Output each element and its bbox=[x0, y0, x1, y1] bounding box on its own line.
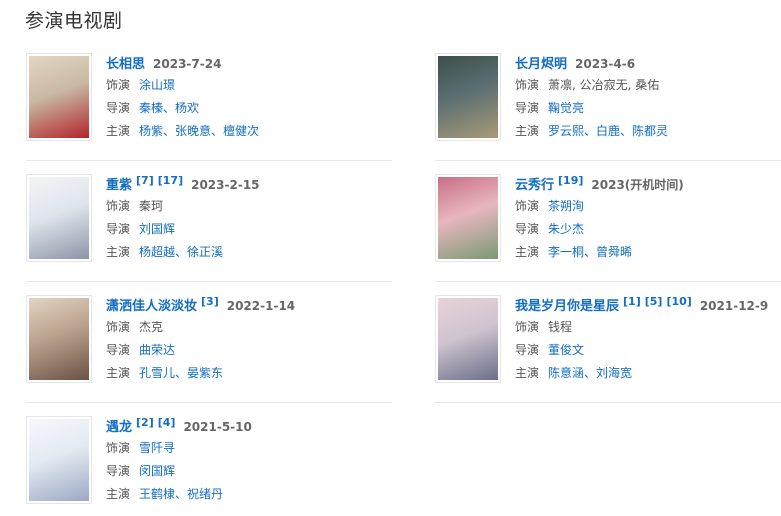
citation-ref[interactable]: [5] bbox=[645, 295, 663, 308]
starring-link[interactable]: 王鹤棣、祝绪丹 bbox=[139, 487, 223, 501]
director-label: 导演 bbox=[106, 101, 131, 115]
row-divider bbox=[435, 160, 781, 161]
starring-label: 主演 bbox=[515, 366, 540, 380]
director-label: 导演 bbox=[515, 101, 540, 115]
drama-title-link[interactable]: 遇龙 bbox=[106, 420, 132, 435]
starring-link[interactable]: 孔雪儿、晏紫东 bbox=[139, 366, 223, 380]
role-label: 饰演 bbox=[106, 320, 131, 334]
drama-title-link[interactable]: 我是岁月你是星辰 bbox=[515, 299, 619, 314]
poster-image[interactable] bbox=[26, 416, 92, 504]
drama-title-link[interactable]: 长月烬明 bbox=[515, 57, 567, 72]
release-date: 2021-12-9 bbox=[699, 299, 769, 313]
starring-link[interactable]: 罗云熙、白鹿、陈都灵 bbox=[548, 124, 668, 138]
poster-image[interactable] bbox=[435, 174, 501, 262]
starring-link[interactable]: 陈意涵、刘海宽 bbox=[548, 366, 632, 380]
director-link[interactable]: 朱少杰 bbox=[548, 222, 584, 236]
poster-image[interactable] bbox=[26, 174, 92, 262]
row-divider bbox=[26, 160, 392, 161]
role-link[interactable]: 涂山璟 bbox=[139, 78, 175, 92]
poster-image[interactable] bbox=[435, 53, 501, 141]
role-label: 饰演 bbox=[515, 320, 540, 334]
director-label: 导演 bbox=[106, 343, 131, 357]
drama-card: 遇龙 [2] [4] 2021-5-10 饰演 雪阡寻 导演 闵国辉 主演 王鹤棣、祝… bbox=[26, 416, 382, 516]
drama-card: 我是岁月你是星辰 [1] [5] [10] 2021-12-9 饰演 钱程 导演董… bbox=[435, 295, 781, 395]
release-date: 2023-7-24 bbox=[153, 57, 222, 71]
citation-ref[interactable]: [4] bbox=[158, 416, 176, 429]
role-link[interactable]: 雪阡寻 bbox=[139, 441, 175, 455]
section-title: 参演电视剧 bbox=[25, 10, 123, 32]
row-divider bbox=[26, 402, 392, 403]
drama-title-link[interactable]: 重紫 bbox=[106, 178, 132, 193]
role-link[interactable]: 茶朔洵 bbox=[548, 199, 584, 213]
starring-link[interactable]: 杨超越、徐正溪 bbox=[139, 245, 223, 259]
director-label: 导演 bbox=[106, 222, 131, 236]
starring-label: 主演 bbox=[106, 366, 131, 380]
role-text: 萧凛, 公冶寂无, 桑佑 bbox=[548, 78, 660, 92]
starring-label: 主演 bbox=[515, 245, 540, 259]
poster-image[interactable] bbox=[26, 53, 92, 141]
row-divider bbox=[435, 281, 781, 282]
director-link[interactable]: 鞠觉亮 bbox=[548, 101, 584, 115]
citation-ref[interactable]: [3] bbox=[201, 295, 219, 308]
release-date: 2021-5-10 bbox=[183, 420, 252, 434]
poster-image[interactable] bbox=[26, 295, 92, 383]
release-date: 2023(开机时间) bbox=[591, 178, 684, 192]
starring-label: 主演 bbox=[515, 124, 540, 138]
drama-card: 潇洒佳人淡淡妆 [3] 2022-1-14 饰演 杰克 导演 曲荣达 主演 孔雪儿、晏… bbox=[26, 295, 382, 395]
row-divider bbox=[435, 402, 781, 403]
release-date: 2023-2-15 bbox=[191, 178, 260, 192]
drama-card: 云秀行 [19] 2023(开机时间) 饰演 茶朔洵 导演 朱少杰 主演 李一桐、曾舜… bbox=[435, 174, 781, 274]
starring-link[interactable]: 李一桐、曾舜晞 bbox=[548, 245, 632, 259]
director-link[interactable]: 曲荣达 bbox=[139, 343, 175, 357]
citation-ref[interactable]: [17] bbox=[158, 174, 183, 187]
director-link[interactable]: 闵国辉 bbox=[139, 464, 175, 478]
starring-label: 主演 bbox=[106, 487, 131, 501]
role-text: 杰克 bbox=[139, 320, 164, 334]
release-date: 2023-4-6 bbox=[575, 57, 636, 71]
poster-image[interactable] bbox=[435, 295, 501, 383]
role-label: 饰演 bbox=[106, 441, 131, 455]
citation-ref[interactable]: [19] bbox=[558, 174, 583, 187]
drama-title-link[interactable]: 潇洒佳人淡淡妆 bbox=[106, 299, 197, 314]
citation-ref[interactable]: [10] bbox=[666, 295, 691, 308]
starring-label: 主演 bbox=[106, 245, 131, 259]
drama-card: 长相思 2023-7-24 饰演 涂山璟 导演 秦榛、杨欢 主演 杨紫、张晚意、檀健次 bbox=[26, 53, 382, 153]
release-date: 2022-1-14 bbox=[226, 299, 296, 313]
role-text: 钱程 bbox=[548, 320, 573, 334]
director-label: 导演 bbox=[106, 464, 131, 478]
drama-title-link[interactable]: 长相思 bbox=[106, 57, 145, 72]
director-label: 导演 bbox=[515, 343, 540, 357]
role-text: 秦珂 bbox=[139, 199, 164, 213]
citation-ref[interactable]: [2] bbox=[136, 416, 154, 429]
starring-label: 主演 bbox=[106, 124, 131, 138]
role-label: 饰演 bbox=[515, 199, 540, 213]
drama-card: 长月烬明 2023-4-6 饰演 萧凛, 公冶寂无, 桑佑 导演 鞠觉亮 主演 罗云熙… bbox=[435, 53, 781, 153]
role-label: 饰演 bbox=[106, 199, 131, 213]
director-link[interactable]: 刘国辉 bbox=[139, 222, 175, 236]
director-link[interactable]: 秦榛、杨欢 bbox=[139, 101, 199, 115]
row-divider bbox=[26, 281, 392, 282]
citation-ref[interactable]: [1] bbox=[623, 295, 641, 308]
role-label: 饰演 bbox=[106, 78, 131, 92]
drama-card: 重紫 [7] [17] 2023-2-15 饰演 秦珂 导演 刘国辉 主演 杨超越、徐… bbox=[26, 174, 382, 274]
role-label: 饰演 bbox=[515, 78, 540, 92]
citation-ref[interactable]: [7] bbox=[136, 174, 154, 187]
drama-title-link[interactable]: 云秀行 bbox=[515, 178, 554, 193]
director-label: 导演 bbox=[515, 222, 540, 236]
starring-link[interactable]: 杨紫、张晚意、檀健次 bbox=[139, 124, 259, 138]
director-link[interactable]: 董俊文 bbox=[548, 343, 584, 357]
